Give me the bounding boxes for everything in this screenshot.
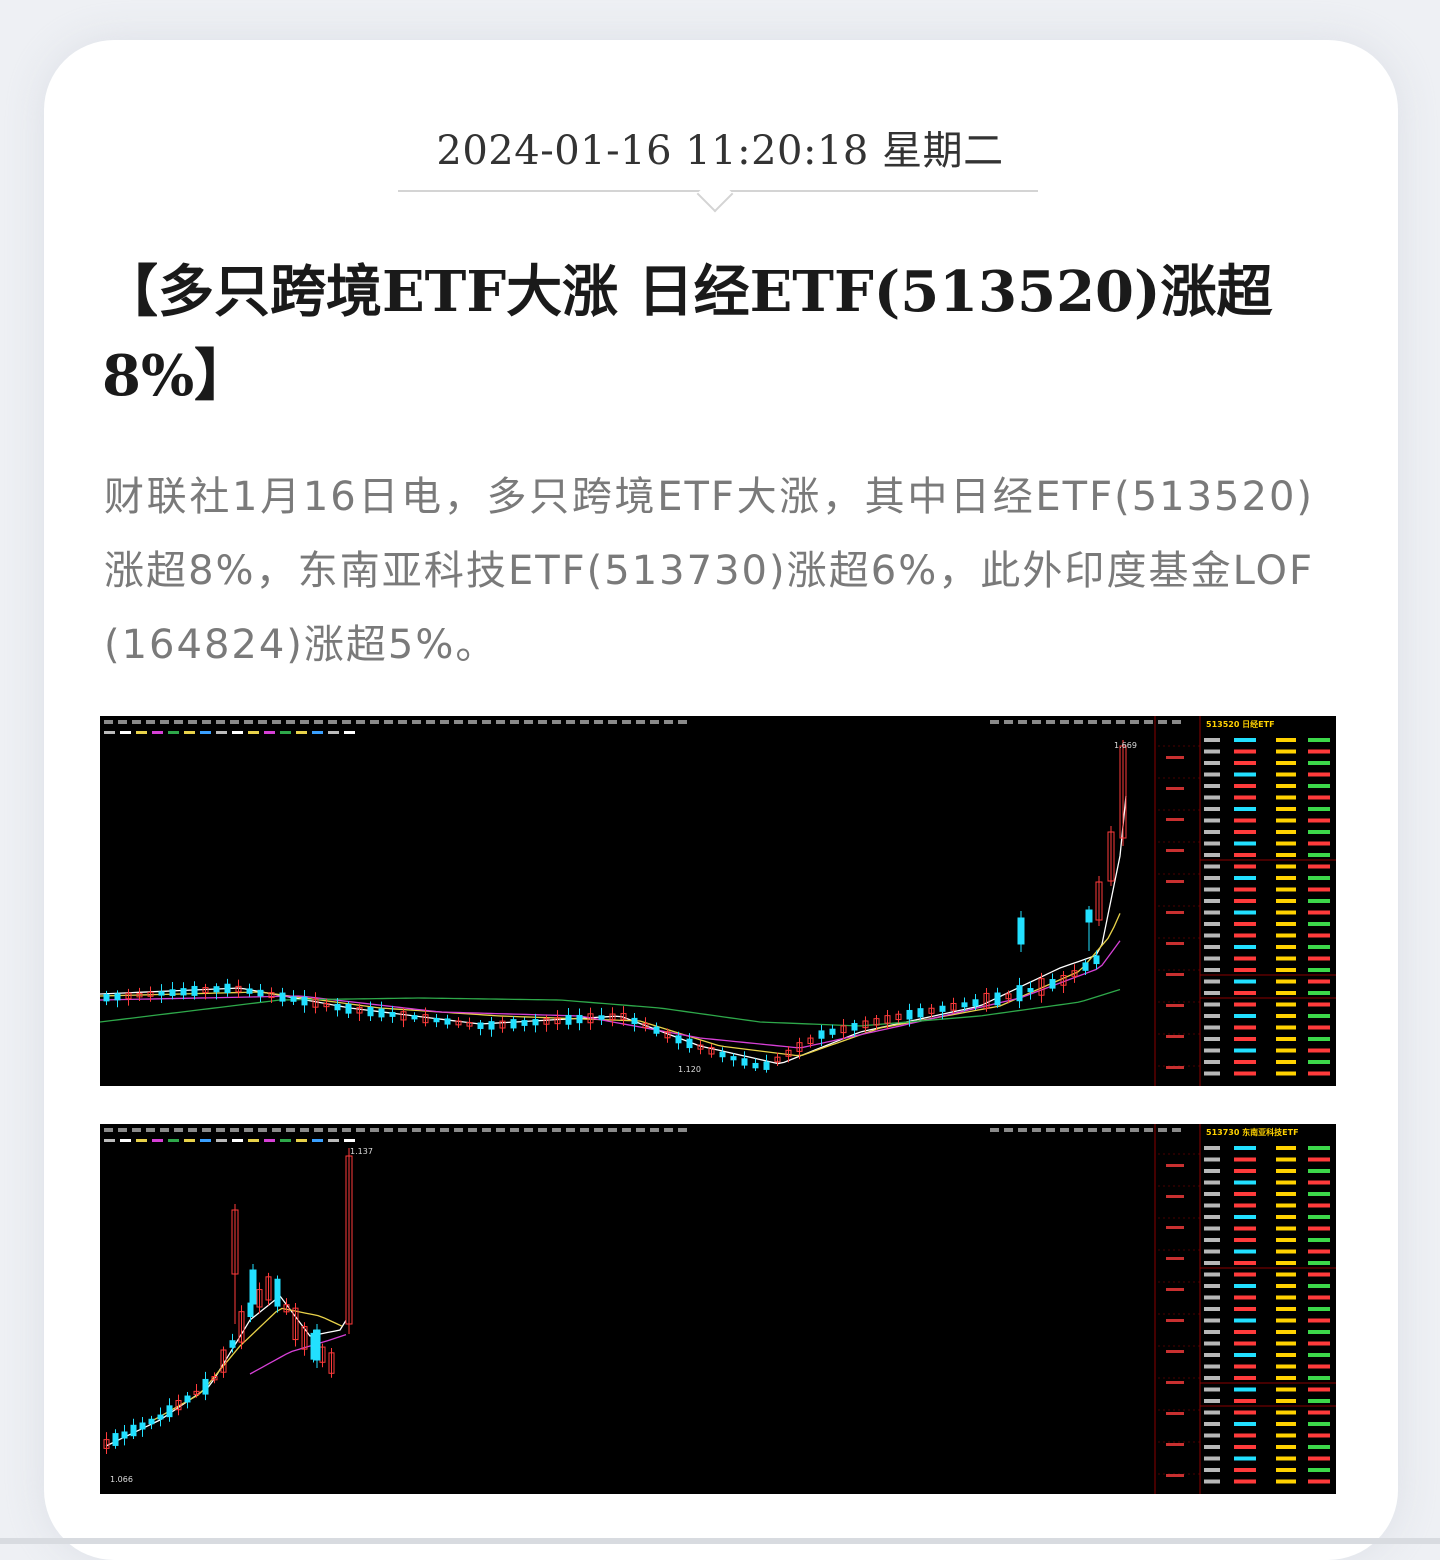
low-price-label: 1.120	[678, 1065, 701, 1074]
article-datetime: 2024-01-16 11:20:18 星期二	[436, 128, 1004, 174]
quote-panel-header: 513730 东南亚科技ETF	[1206, 1127, 1299, 1137]
kline-chart-svg: 1.669 1.120 513520 日经ETF	[100, 716, 1336, 1086]
low-price-label: 1.066	[110, 1475, 133, 1484]
high-price-label: 1.137	[350, 1147, 373, 1156]
quote-panel-header: 513520 日经ETF	[1206, 719, 1275, 729]
bottom-edge	[0, 1538, 1440, 1544]
high-price-label: 1.669	[1114, 741, 1137, 750]
article-body: 财联社1月16日电，多只跨境ETF大涨，其中日经ETF(513520)涨超8%，…	[104, 474, 1314, 668]
sea-tech-etf-kline-screenshot: 1.137 1.066 513730 东南亚科技ETF	[100, 1124, 1336, 1494]
kline-chart-svg: 1.137 1.066 513730 东南亚科技ETF	[100, 1124, 1336, 1494]
article-title: 【多只跨境ETF大涨 日经ETF(513520)涨超8%】	[102, 259, 1273, 409]
nikkei-etf-kline-screenshot: 1.669 1.120 513520 日经ETF	[100, 716, 1336, 1086]
